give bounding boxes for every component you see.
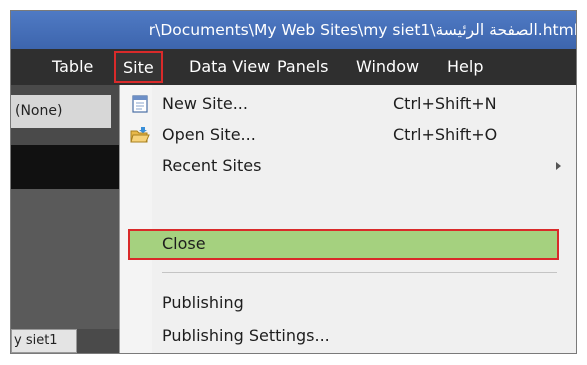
site-menu-dropdown: New Site... Ctrl+Shift+N Open Site... Ct… — [119, 85, 576, 353]
menu-item-close[interactable]: Close — [120, 229, 576, 259]
menu-window[interactable]: Window — [356, 49, 419, 85]
menu-item-new-site[interactable]: New Site... Ctrl+Shift+N — [120, 89, 576, 119]
menu-bar: Table Site Data View Panels Window Help — [11, 49, 576, 85]
menu-item-publishing-settings[interactable]: Publishing Settings... — [120, 321, 576, 351]
menu-table[interactable]: Table — [52, 49, 93, 85]
window-title-bar: r\Documents\My Web Sites\my siet1\الصفحة… — [11, 11, 576, 49]
style-dropdown[interactable]: (None) — [11, 95, 111, 128]
menu-panels[interactable]: Panels — [277, 49, 329, 85]
menu-help[interactable]: Help — [447, 49, 483, 85]
menu-data-view[interactable]: Data View — [189, 49, 270, 85]
left-panel: (None) y siet1 — [11, 85, 119, 353]
menu-item-recent-sites[interactable]: Recent Sites — [120, 151, 576, 181]
new-site-icon — [130, 94, 150, 114]
open-folder-icon — [130, 125, 150, 145]
toolbar-strip — [11, 145, 119, 189]
menu-site[interactable]: Site — [114, 51, 163, 83]
menu-separator — [162, 272, 557, 273]
window-title: r\Documents\My Web Sites\my siet1\الصفحة… — [148, 21, 576, 39]
menu-item-publishing[interactable]: Publishing — [120, 288, 576, 318]
screenshot-frame: r\Documents\My Web Sites\my siet1\الصفحة… — [10, 10, 577, 354]
submenu-arrow-icon — [556, 162, 561, 170]
document-tab[interactable]: y siet1 — [11, 329, 77, 353]
panel-area — [11, 189, 119, 329]
menu-item-open-site[interactable]: Open Site... Ctrl+Shift+O — [120, 120, 576, 150]
